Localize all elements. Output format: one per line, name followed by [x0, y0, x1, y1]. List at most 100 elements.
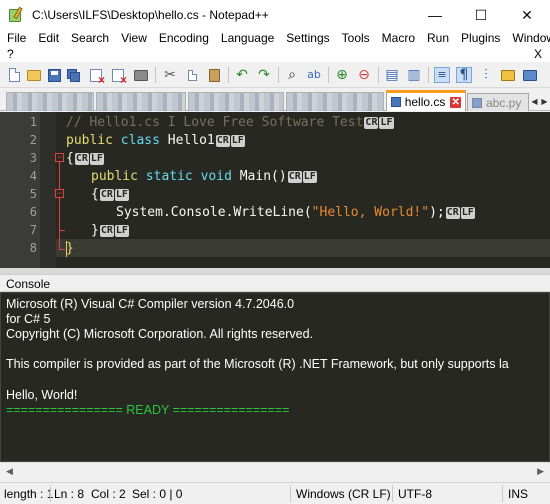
scroll-left-icon[interactable]: ◀ — [6, 466, 13, 477]
zoom-out-icon[interactable]: ⊖ — [356, 67, 372, 83]
console-output[interactable]: Microsoft (R) Visual C# Compiler version… — [0, 292, 550, 462]
tab-scroll-right-icon[interactable]: ▶ — [540, 95, 549, 107]
tab-hello-cs[interactable]: hello.cs ✕ — [386, 90, 466, 111]
toolbar-separator — [155, 67, 156, 83]
status-separator — [50, 485, 51, 502]
close-window-button[interactable]: ✕ — [504, 0, 550, 30]
tab-close-icon[interactable]: ✕ — [450, 96, 461, 108]
console-line: Copyright (C) Microsoft Corporation. All… — [6, 327, 314, 341]
toolbar-separator — [278, 67, 279, 83]
tab-blurred[interactable] — [6, 92, 94, 111]
replace-icon[interactable]: ab — [306, 67, 322, 83]
close-all-icon[interactable] — [110, 67, 127, 87]
tab-blurred[interactable] — [286, 92, 384, 111]
fold-end-tick — [59, 230, 65, 231]
close-document-button[interactable]: X — [534, 47, 542, 62]
tab-blurred[interactable] — [188, 92, 284, 111]
status-separator — [502, 485, 503, 502]
zoom-in-icon[interactable]: ⊕ — [334, 67, 350, 83]
print-icon[interactable] — [133, 67, 149, 83]
menu-window[interactable]: Window — [505, 30, 550, 47]
fold-collapse-icon[interactable]: − — [55, 189, 64, 198]
console-line: for C# 5 — [6, 312, 51, 326]
minimize-button[interactable]: — — [412, 0, 458, 30]
maximize-button[interactable]: ☐ — [458, 0, 504, 30]
open-file-icon[interactable] — [26, 67, 42, 83]
menu-bar-row-2: ? X — [0, 47, 550, 62]
console-horizontal-scrollbar[interactable]: ◀ ▶ — [0, 462, 550, 480]
code-line-5: {CR LF — [91, 187, 129, 202]
menu-encoding[interactable]: Encoding — [152, 30, 214, 47]
code-editor[interactable]: 1 2 3 4 5 6 7 8 − − // Hello1.cs I Love … — [0, 112, 550, 268]
menu-plugins[interactable]: Plugins — [454, 30, 505, 47]
code-line-8: } — [66, 241, 74, 256]
close-file-icon[interactable] — [88, 67, 105, 87]
menu-search[interactable]: Search — [64, 30, 114, 47]
menu-language[interactable]: Language — [214, 30, 279, 47]
status-length: length : 1 — [4, 487, 54, 501]
tab-label: abc.py — [486, 95, 522, 110]
user-language-icon[interactable] — [500, 67, 516, 83]
code-line-4: public static void Main() CR LF — [91, 169, 317, 184]
fold-end-tick — [59, 249, 65, 250]
undo-icon[interactable]: ↶ — [234, 67, 250, 83]
code-line-3: {CR LF — [66, 151, 104, 166]
status-insert-mode[interactable]: INS — [508, 487, 528, 501]
console-panel-title: Console — [6, 277, 51, 291]
save-all-icon[interactable] — [66, 67, 82, 83]
save-icon[interactable] — [46, 67, 62, 83]
saved-disk-icon — [391, 97, 401, 107]
menu-view[interactable]: View — [114, 30, 152, 47]
line-number: 2 — [29, 133, 37, 147]
title-bar: C:\Users\ILFS\Desktop\hello.cs - Notepad… — [0, 0, 550, 30]
notepadpp-app-icon[interactable] — [8, 6, 24, 23]
line-number: 7 — [29, 223, 37, 237]
current-line-highlight — [56, 239, 550, 257]
menu-bar: File Edit Search View Encoding Language … — [0, 30, 550, 47]
toolbar-separator — [228, 67, 229, 83]
fold-margin[interactable] — [40, 112, 56, 268]
doc-map-icon[interactable] — [522, 67, 538, 83]
sync-vertical-icon[interactable]: ▤ — [384, 67, 400, 83]
menu-tools[interactable]: Tools — [335, 30, 375, 47]
indent-guide-icon[interactable]: ⫶ — [478, 67, 494, 83]
status-selection: Sel : 0 | 0 — [132, 487, 183, 501]
menu-run[interactable]: Run — [420, 30, 454, 47]
paste-icon[interactable] — [206, 67, 222, 83]
saved-disk-icon — [472, 97, 482, 108]
status-eol-mode[interactable]: Windows (CR LF) — [296, 487, 391, 501]
scroll-right-icon[interactable]: ▶ — [537, 466, 544, 477]
tab-scroll-left-icon[interactable]: ◀ — [530, 95, 539, 107]
copy-icon[interactable] — [184, 67, 200, 83]
console-line: Microsoft (R) Visual C# Compiler version… — [6, 297, 295, 311]
toolbar-separator — [428, 67, 429, 83]
sync-horizontal-icon[interactable]: ▥ — [406, 67, 422, 83]
window-title: C:\Users\ILFS\Desktop\hello.cs - Notepad… — [32, 8, 269, 22]
redo-icon[interactable]: ↷ — [256, 67, 272, 83]
menu-file[interactable]: File — [0, 30, 31, 47]
word-wrap-icon[interactable]: ≡ — [434, 67, 450, 83]
line-number: 5 — [29, 187, 37, 201]
toolbar-separator — [328, 67, 329, 83]
toolbar: ✂ ↶ ↷ ⌕ ab ⊕ ⊖ ▤ ▥ ≡ ¶ ⫶ — [0, 62, 550, 88]
find-icon[interactable]: ⌕ — [284, 67, 300, 83]
menu-macro[interactable]: Macro — [375, 30, 420, 47]
tab-abc-py[interactable]: abc.py — [467, 93, 529, 111]
line-number: 4 — [29, 169, 37, 183]
status-encoding[interactable]: UTF-8 — [398, 487, 432, 501]
console-line: This compiler is provided as part of the… — [6, 357, 509, 371]
menu-help[interactable]: ? — [7, 47, 14, 62]
new-file-icon[interactable] — [6, 67, 22, 83]
menu-edit[interactable]: Edit — [31, 30, 64, 47]
status-separator — [290, 485, 291, 502]
tab-blurred[interactable] — [96, 92, 186, 111]
code-line-2: public class Hello1 CR LF — [66, 133, 245, 148]
code-line-6: System.Console.WriteLine("Hello, World!"… — [116, 205, 475, 220]
line-number: 8 — [29, 241, 37, 255]
cut-icon[interactable]: ✂ — [162, 67, 178, 83]
text-caret — [66, 241, 67, 257]
menu-settings[interactable]: Settings — [279, 30, 334, 47]
fold-collapse-icon[interactable]: − — [55, 153, 64, 162]
show-all-chars-icon[interactable]: ¶ — [456, 67, 472, 83]
tab-label: hello.cs — [404, 95, 446, 109]
